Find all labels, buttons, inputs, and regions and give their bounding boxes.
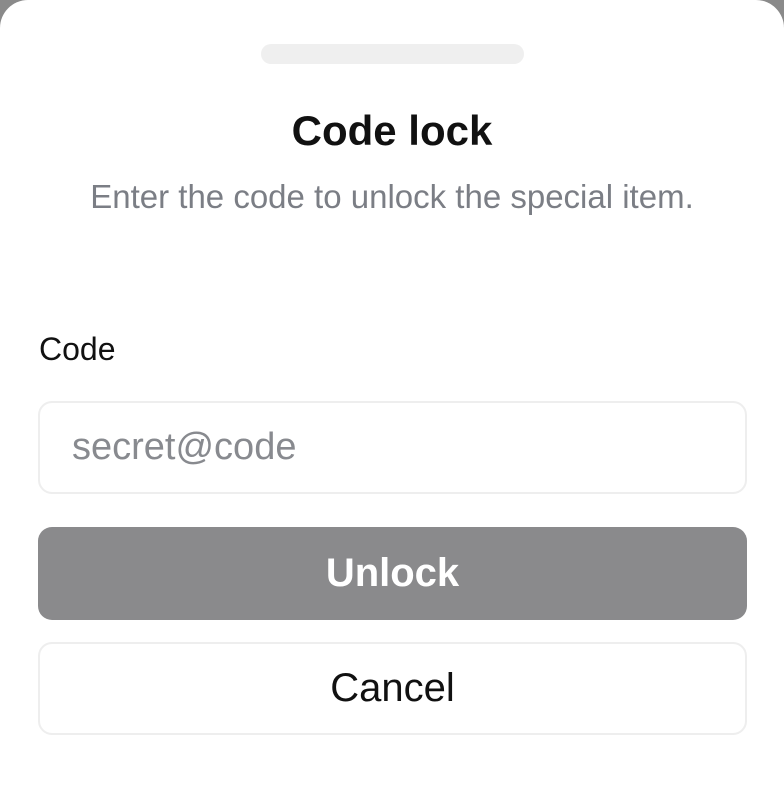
- unlock-button[interactable]: Unlock: [38, 527, 747, 620]
- cancel-button[interactable]: Cancel: [38, 642, 747, 735]
- code-input[interactable]: [38, 401, 747, 494]
- sheet-grabber-handle[interactable]: [261, 44, 524, 64]
- dialog-subtitle: Enter the code to unlock the special ite…: [90, 178, 694, 215]
- code-field-label: Code: [39, 331, 116, 367]
- code-lock-sheet: Code lock Enter the code to unlock the s…: [0, 0, 784, 792]
- dialog-title: Code lock: [291, 107, 493, 154]
